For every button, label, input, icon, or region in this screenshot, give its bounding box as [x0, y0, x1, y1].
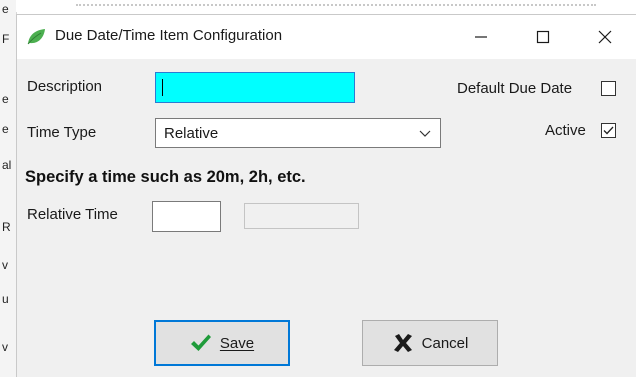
time-type-label: Time Type — [27, 124, 97, 141]
minimize-button[interactable] — [453, 15, 509, 59]
x-mark-icon — [393, 334, 412, 352]
window-title: Due Date/Time Item Configuration — [55, 27, 283, 44]
close-icon — [598, 30, 612, 44]
description-input[interactable] — [155, 72, 355, 103]
close-button[interactable] — [577, 15, 633, 59]
time-type-value: Relative — [164, 125, 219, 142]
minimize-icon — [475, 36, 487, 38]
background-text: al — [2, 158, 12, 172]
background-text: u — [2, 292, 9, 306]
background-text: R — [2, 220, 11, 234]
checkmark-icon — [603, 126, 614, 135]
maximize-button[interactable] — [515, 15, 571, 59]
relative-time-label: Relative Time — [27, 206, 118, 223]
save-button[interactable]: Save — [154, 320, 290, 366]
default-due-date-checkbox[interactable] — [601, 81, 616, 96]
cancel-button[interactable]: Cancel — [362, 320, 498, 366]
save-button-label: Save — [219, 334, 255, 352]
time-format-hint: Specify a time such as 20m, 2h, etc. — [25, 168, 306, 186]
background-text: e — [2, 92, 9, 106]
background-text: v — [2, 340, 8, 354]
background-text: v — [2, 258, 8, 272]
background-window-edge: e F e e al R v u v — [0, 0, 17, 377]
maximize-icon — [536, 30, 550, 44]
text-caret — [162, 79, 163, 96]
active-checkbox[interactable] — [601, 123, 616, 138]
relative-time-input[interactable] — [152, 201, 221, 232]
chevron-down-icon — [419, 130, 431, 137]
active-label: Active — [545, 122, 586, 139]
cancel-button-label: Cancel — [421, 334, 469, 352]
background-window-top — [16, 0, 636, 12]
relative-time-display — [244, 203, 359, 229]
leaf-icon — [26, 28, 46, 46]
background-text: e — [2, 2, 9, 16]
background-text: F — [2, 32, 10, 46]
due-date-config-dialog: Due Date/Time Item Configuration Descrip… — [16, 14, 636, 377]
default-due-date-label: Default Due Date — [457, 80, 573, 97]
background-text-line — [76, 0, 596, 6]
checkmark-icon — [190, 334, 211, 351]
description-label: Description — [27, 78, 103, 95]
title-bar[interactable]: Due Date/Time Item Configuration — [17, 15, 636, 59]
time-type-select[interactable]: Relative — [155, 118, 441, 148]
background-text: e — [2, 122, 9, 136]
